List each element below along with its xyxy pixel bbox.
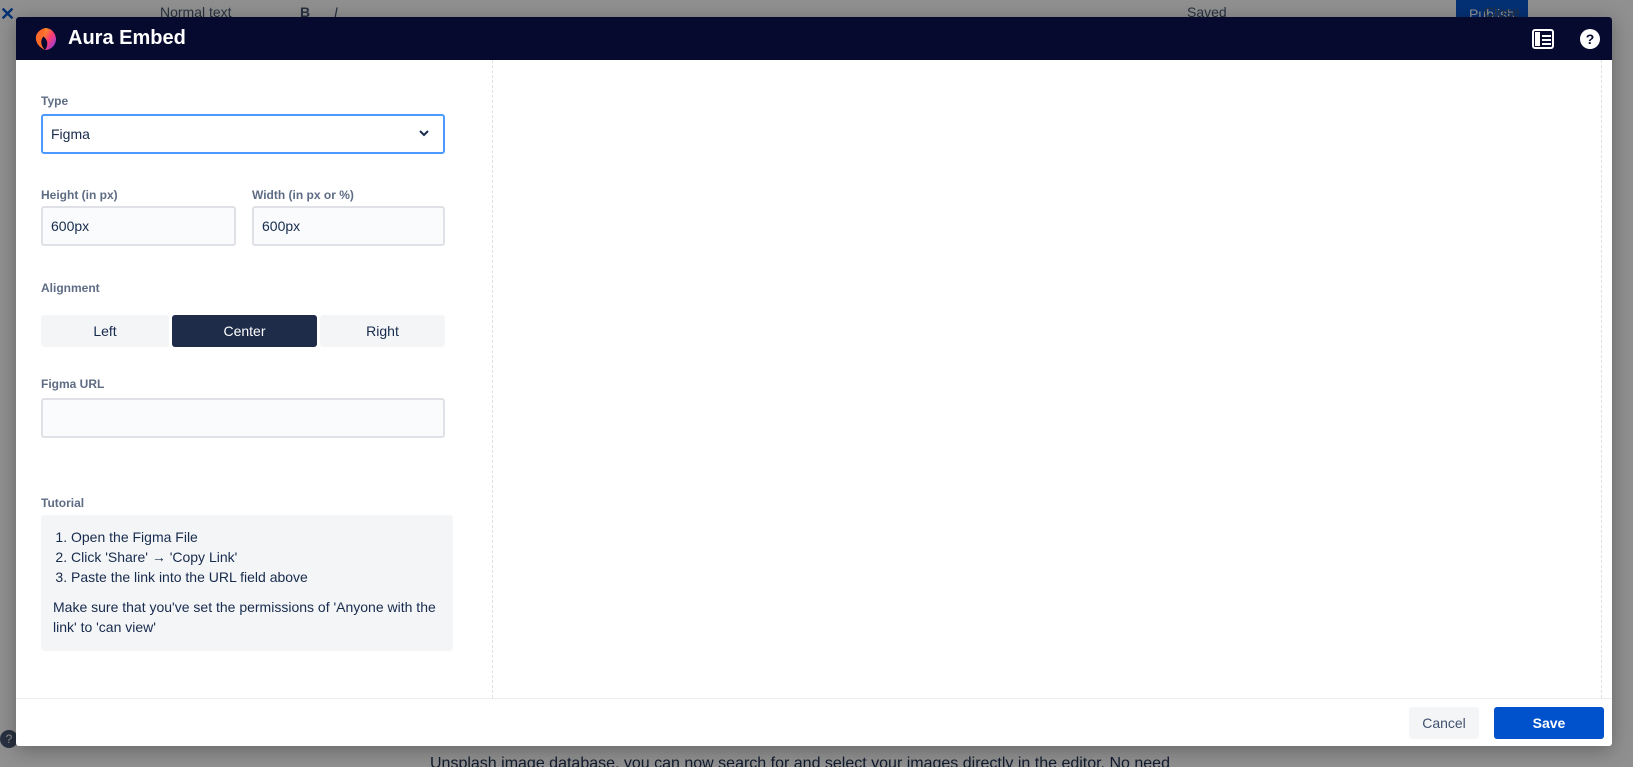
table-icon[interactable] xyxy=(1532,28,1554,50)
type-select[interactable]: Figma xyxy=(41,114,445,154)
figma-url-input[interactable] xyxy=(41,398,445,438)
modal-title: Aura Embed xyxy=(68,27,186,49)
modal-header: Aura Embed ? xyxy=(16,17,1612,60)
align-left-button[interactable]: Left xyxy=(41,315,169,347)
url-label: Figma URL xyxy=(41,377,105,391)
width-label: Width (in px or %) xyxy=(252,188,354,202)
type-select-value: Figma xyxy=(51,126,90,142)
cancel-button[interactable]: Cancel xyxy=(1409,707,1479,739)
save-button[interactable]: Save xyxy=(1494,707,1604,739)
svg-text:?: ? xyxy=(1586,31,1595,47)
tutorial-note: Make sure that you've set the permission… xyxy=(53,599,436,635)
align-right-button[interactable]: Right xyxy=(320,315,445,347)
aura-logo-icon xyxy=(32,26,58,52)
type-label: Type xyxy=(41,94,69,108)
settings-panel: Type Figma Height (in px) 600px Width (i… xyxy=(16,60,493,698)
embed-preview-area xyxy=(494,60,1602,698)
align-center-button[interactable]: Center xyxy=(172,315,317,347)
tutorial-steps: Open the Figma File Click 'Share' → 'Cop… xyxy=(53,527,441,587)
modal-footer: Cancel Save xyxy=(16,698,1612,746)
chevron-down-icon xyxy=(417,126,431,140)
alignment-label: Alignment xyxy=(41,281,100,295)
tutorial-step: Click 'Share' → 'Copy Link' xyxy=(71,547,441,567)
help-icon[interactable]: ? xyxy=(1579,28,1601,50)
tutorial-step: Paste the link into the URL field above xyxy=(71,567,441,587)
tutorial-label: Tutorial xyxy=(41,496,85,510)
height-label: Height (in px) xyxy=(41,188,118,202)
tutorial-box: Open the Figma File Click 'Share' → 'Cop… xyxy=(41,515,453,651)
aura-embed-modal: Aura Embed ? Type Figma Height (in px) 6… xyxy=(16,17,1612,746)
width-input[interactable]: 600px xyxy=(252,206,445,246)
height-input[interactable]: 600px xyxy=(41,206,236,246)
tutorial-step: Open the Figma File xyxy=(71,527,441,547)
